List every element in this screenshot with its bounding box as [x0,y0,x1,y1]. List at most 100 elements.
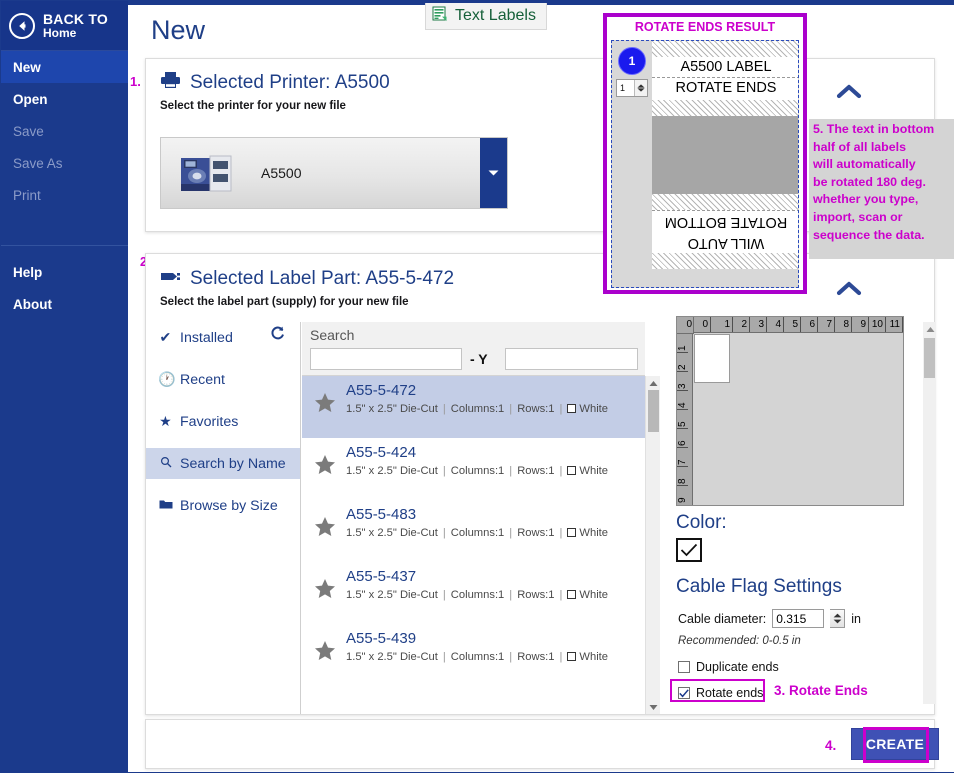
text-labels-icon [432,6,448,27]
scroll-down-arrow-icon[interactable] [646,700,661,714]
label-part-panel-title: Selected Label Part: A55-5-472 [190,268,454,290]
stepper-up-icon [833,613,842,618]
printer-thumbnail-icon [177,150,235,196]
printer-panel-title: Selected Printer: A5500 [190,72,390,94]
printer-panel-collapse-chevron-up-icon[interactable] [834,81,864,105]
sidebar-item-print[interactable]: Print [1,179,128,211]
label-part-nav: ✔ Installed 🕐 Recent ★ Favorites [146,322,301,714]
step-marker-4: 4. [825,738,836,753]
results-list-scrollbar[interactable] [645,376,660,714]
favorite-star-icon[interactable] [314,578,336,604]
search-separator: - Y [470,351,488,367]
preview-gutter: 1 1 [612,41,652,288]
favorite-star-icon[interactable] [314,454,336,480]
cable-diameter-stepper[interactable] [830,609,845,628]
ruler-tick: 5 [677,409,688,428]
list-item[interactable]: A55-5-437 1.5" x 2.5" Die-Cut | Columns:… [302,562,645,624]
list-item[interactable]: A55-5-472 1.5" x 2.5" Die-Cut | Columns:… [302,376,645,438]
ruler-tick: 6 [801,317,818,332]
rotate-ends-result-preview: 1 1 A5500 LABEL ROTATE ENDS ROTATE BOTTO… [611,40,799,288]
search-input-to[interactable] [505,348,638,370]
duplicate-ends-row[interactable]: Duplicate ends [678,660,779,674]
favorite-star-icon[interactable] [314,392,336,418]
label-preview-content: A5500 LABEL ROTATE ENDS ROTATE BOTTOM WI… [652,41,799,288]
rotate-ends-result-overlay: ROTATE ENDS RESULT 1 1 A5500 LABEL ROTAT… [603,13,807,294]
note-5-line-4: be rotated 180 deg. [813,174,953,192]
label-text-top-line-1: A5500 LABEL [652,57,799,78]
label-part-results-list[interactable]: A55-5-472 1.5" x 2.5" Die-Cut | Columns:… [302,376,645,714]
chevron-down-icon[interactable] [480,138,507,208]
list-item-rows: Rows:1 [517,403,554,415]
ruler-tick: 7 [818,317,835,332]
label-part-nav-search-by-name-label: Search by Name [180,456,286,472]
list-item-name: A55-5-439 [346,630,645,647]
printer-panel-subtitle: Select the printer for your new file [160,100,934,112]
meta-separator: | [560,651,563,663]
label-index-badge: 1 [618,47,646,75]
list-item[interactable]: A55-5-483 1.5" x 2.5" Die-Cut | Columns:… [302,500,645,562]
ruler-tick: 7 [677,447,688,466]
list-item-meta: 1.5" x 2.5" Die-Cut | Columns:1 | Rows:1… [346,465,645,477]
label-text-bottom-line-2: WILL AUTO [652,232,799,253]
list-item[interactable]: A55-5-439 1.5" x 2.5" Die-Cut | Columns:… [302,624,645,686]
back-to-home-button[interactable]: BACK TO Home [1,1,128,51]
label-part-nav-favorites[interactable]: ★ Favorites [146,406,300,437]
clock-icon: 🕐 [158,372,173,388]
label-index-stepper[interactable]: 1 [616,79,648,97]
sidebar-item-about[interactable]: About [1,288,128,320]
scroll-up-arrow-icon[interactable] [923,322,938,336]
ruler-tick: 11 [886,317,903,332]
label-part-panel-scrollbar[interactable] [923,322,936,704]
meta-separator: | [443,465,446,477]
label-part-nav-search-by-name[interactable]: Search by Name [146,448,300,479]
stepper-down-icon [637,88,645,92]
scrollbar-thumb[interactable] [924,338,935,378]
label-part-panel-collapse-chevron-up-icon[interactable] [834,278,864,302]
favorite-star-icon[interactable] [314,516,336,542]
label-middle-band [652,116,799,194]
cable-diameter-input[interactable] [772,609,824,628]
printer-select[interactable]: A5500 [160,137,508,209]
label-preview-ruler[interactable]: 0 1 2 3 4 5 6 7 8 9 10 11 1 2 3 [676,316,904,506]
list-item-size: 1.5" x 2.5" Die-Cut [346,465,438,477]
label-canvas[interactable] [694,334,730,383]
list-item[interactable]: A55-5-424 1.5" x 2.5" Die-Cut | Columns:… [302,438,645,500]
label-part-panel-subtitle: Select the label part (supply) for your … [160,296,934,308]
label-index-value: 1 [617,83,625,93]
label-part-nav-browse-by-size[interactable]: Browse by Size [146,490,300,521]
label-gap-upper [652,100,799,116]
rotate-ends-result-title: ROTATE ENDS RESULT [607,17,803,38]
sidebar-item-save-as[interactable]: Save As [1,147,128,179]
label-part-nav-recent[interactable]: 🕐 Recent [146,364,300,395]
ruler-tick: 8 [677,466,688,485]
duplicate-ends-checkbox[interactable] [678,661,690,673]
meta-separator: | [560,403,563,415]
list-item-columns: Columns:1 [451,651,504,663]
sidebar-item-save[interactable]: Save [1,115,128,147]
scroll-up-arrow-icon[interactable] [646,376,661,390]
cable-diameter-recommendation: Recommended: 0-0.5 in [678,635,801,647]
scrollbar-thumb[interactable] [648,390,659,432]
annotation-note-5: 5. The text in bottom half of all labels… [809,119,954,259]
sidebar-item-new[interactable]: New [1,51,128,83]
color-checkbox[interactable] [676,538,702,562]
list-item-rows: Rows:1 [517,527,554,539]
ruler-tick: 8 [835,317,852,332]
search-icon [158,456,173,472]
tab-text-labels[interactable]: Text Labels [425,3,547,30]
sidebar-item-help[interactable]: Help [1,256,128,288]
sidebar-item-open[interactable]: Open [1,83,128,115]
search-input-from[interactable] [310,348,462,370]
list-item-rows: Rows:1 [517,465,554,477]
sidebar-item-print-label: Print [13,188,41,203]
refresh-icon[interactable] [269,325,286,347]
ruler-tick: 2 [733,317,750,332]
cable-diameter-row: Cable diameter: in [678,609,861,628]
cable-diameter-unit: in [851,612,861,626]
color-swatch-icon [567,652,576,661]
color-section: Color: [676,512,906,562]
note-5-line-6: import, scan or [813,209,953,227]
ruler-tick: 10 [869,317,886,332]
favorite-star-icon[interactable] [314,640,336,666]
stepper-arrows[interactable] [634,80,647,96]
